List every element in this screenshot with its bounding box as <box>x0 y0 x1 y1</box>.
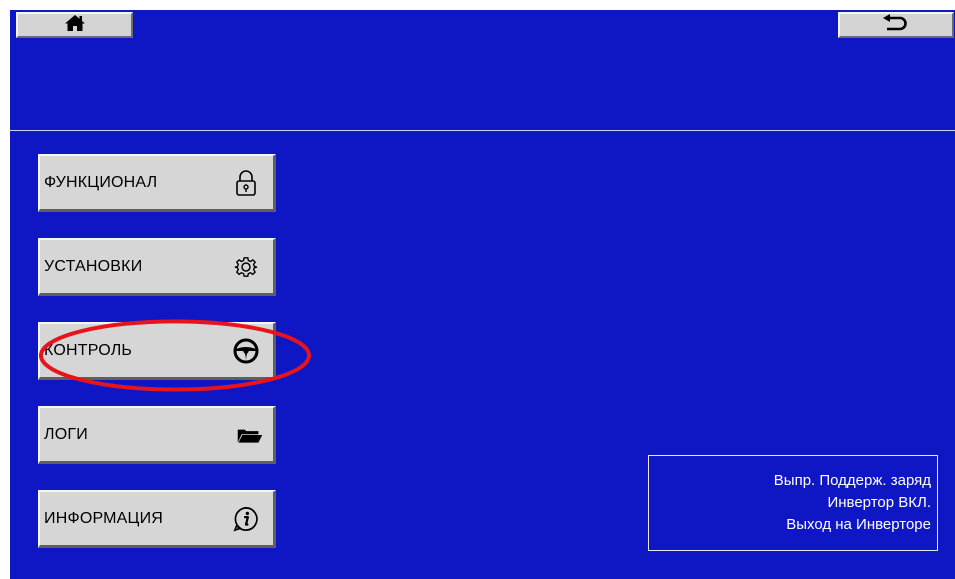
header-divider <box>10 130 955 131</box>
hmi-screen: ФУНКЦИОНАЛ УСТАНОВКИ КОНТРОЛЬ ЛОГИ ИНФОР… <box>10 10 955 579</box>
folder-icon <box>237 422 263 448</box>
menu-button-label: УСТАНОВКИ <box>44 257 143 275</box>
menu-button-label: ИНФОРМАЦИЯ <box>44 509 164 527</box>
status-line-inverter: Инвертор ВКЛ. <box>827 494 931 511</box>
menu-button-label: КОНТРОЛЬ <box>44 341 133 359</box>
menu-button-label: ЛОГИ <box>44 425 88 443</box>
gear-icon <box>233 254 259 280</box>
steering-wheel-icon <box>233 338 259 364</box>
menu-button-information[interactable]: ИНФОРМАЦИЯ <box>38 490 276 548</box>
home-button[interactable] <box>16 12 133 38</box>
menu-button-logs[interactable]: ЛОГИ <box>38 406 276 464</box>
return-arrow-icon <box>881 13 911 37</box>
back-button[interactable] <box>838 12 954 38</box>
home-icon <box>64 14 86 37</box>
menu-button-settings[interactable]: УСТАНОВКИ <box>38 238 276 296</box>
menu-button-label: ФУНКЦИОНАЛ <box>44 173 158 191</box>
menu-button-control[interactable]: КОНТРОЛЬ <box>38 322 276 380</box>
status-line-charge: Выпр. Поддерж. заряд <box>773 472 931 489</box>
status-panel: Выпр. Поддерж. заряд Инвертор ВКЛ. Выход… <box>648 455 938 551</box>
menu-button-functional[interactable]: ФУНКЦИОНАЛ <box>38 154 276 212</box>
info-icon <box>233 506 259 532</box>
lock-icon <box>233 169 259 196</box>
status-line-output: Выход на Инверторе <box>786 516 931 533</box>
